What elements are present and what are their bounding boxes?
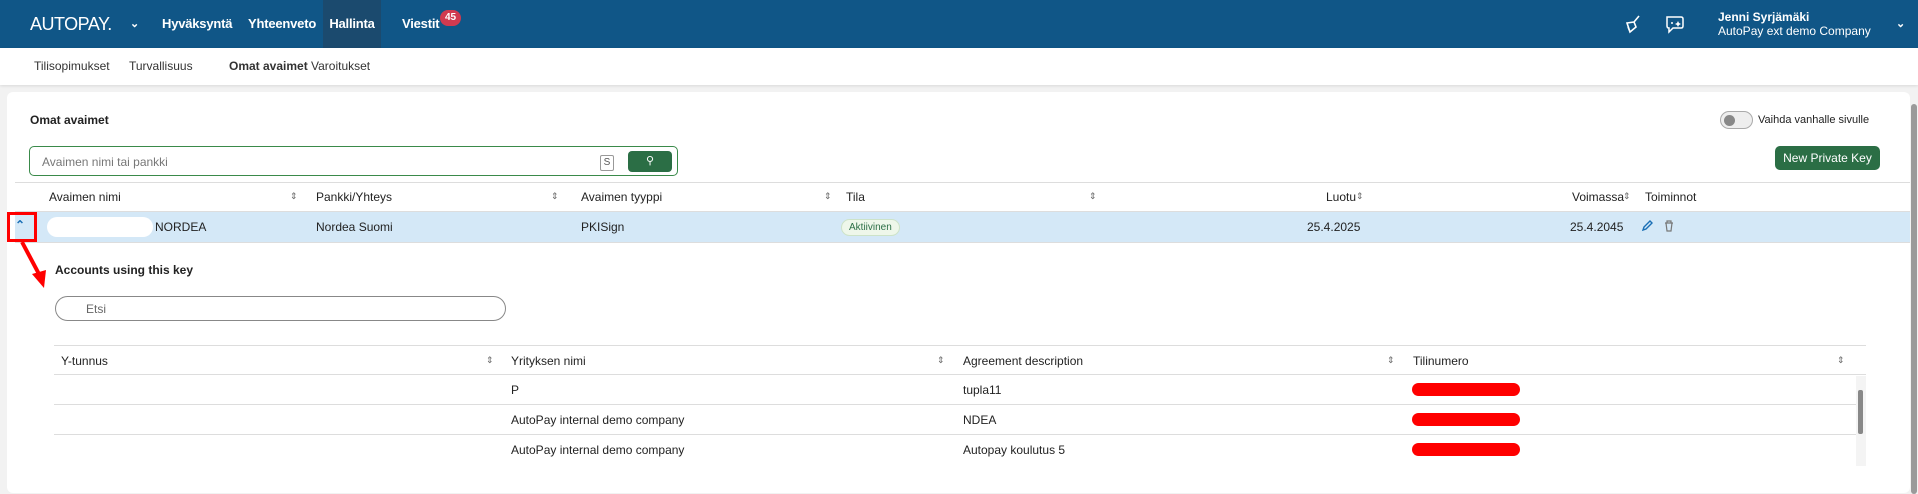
accounts-scrollbar[interactable] [1856, 376, 1866, 466]
redacted-account-number [1412, 383, 1520, 396]
col-tilinumero[interactable]: Tilinumero [1413, 354, 1469, 368]
nav-viestit[interactable]: Viestit [402, 0, 440, 48]
accounts-search-input[interactable]: Etsi [55, 296, 506, 321]
sub-navigation: Tilisopimukset Turvallisuus Omat avaimet… [0, 48, 1918, 85]
company-name: P [511, 383, 520, 397]
table-row[interactable] [15, 212, 1910, 242]
messages-badge: 45 [440, 10, 462, 26]
key-search-input[interactable]: Avaimen nimi tai pankki S ⚲ [29, 146, 678, 176]
user-chevron-down-icon[interactable]: ⌄ [1896, 0, 1905, 48]
nav-yhteenveto[interactable]: Yhteenveto [248, 0, 316, 48]
search-placeholder: Avaimen nimi tai pankki [42, 155, 168, 169]
agreement-description: NDEA [963, 413, 997, 427]
redacted-key-name [47, 217, 153, 237]
redacted-account-number [1412, 413, 1520, 426]
sort-icon[interactable]: ⇕ [1387, 355, 1395, 366]
user-company: AutoPay ext demo Company [1718, 24, 1871, 38]
col-y-tunnus[interactable]: Y-tunnus [61, 354, 108, 368]
company-name: AutoPay internal demo company [511, 443, 685, 457]
subnav-varoitukset[interactable]: Varoitukset [311, 48, 370, 85]
annotation-highlight-box [7, 212, 37, 242]
sort-icon[interactable]: ⇕ [1623, 191, 1631, 202]
col-tila[interactable]: Tila [846, 190, 865, 204]
search-placeholder: Etsi [86, 302, 107, 316]
company-name: AutoPay internal demo company [511, 413, 685, 427]
col-tyyppi[interactable]: Avaimen tyyppi [581, 190, 662, 204]
page-title: Omat avaimet [30, 113, 109, 127]
col-toiminnot: Toiminnot [1645, 190, 1697, 204]
chevron-down-icon[interactable]: ⌄ [130, 0, 139, 48]
redacted-account-number [1412, 443, 1520, 456]
sort-icon[interactable]: ⇕ [486, 355, 494, 366]
col-agreement-description[interactable]: Agreement description [963, 354, 1083, 368]
subnav-turvallisuus[interactable]: Turvallisuus [129, 48, 193, 85]
sort-icon[interactable]: ⇕ [1089, 191, 1097, 202]
col-yrityksen-nimi[interactable]: Yrityksen nimi [511, 354, 586, 368]
user-menu[interactable]: Jenni Syrjämäki AutoPay ext demo Company [1718, 10, 1871, 38]
sort-icon[interactable]: ⇕ [290, 191, 298, 202]
search-icon: ⚲ [645, 155, 655, 167]
user-name: Jenni Syrjämäki [1718, 10, 1810, 24]
subnav-tilisopimukset[interactable]: Tilisopimukset [34, 48, 110, 85]
subnav-omat-avaimet[interactable]: Omat avaimet [229, 48, 308, 85]
autopay-logo[interactable]: AUTOPAY. [30, 0, 112, 48]
top-navigation: AUTOPAY. ⌄ Hyväksyntä Yhteenveto Hallint… [0, 0, 1918, 48]
edit-pencil-icon[interactable] [1640, 219, 1654, 233]
sort-icon[interactable]: ⇕ [1837, 355, 1845, 366]
old-page-toggle[interactable] [1720, 111, 1753, 129]
new-private-key-button[interactable]: New Private Key [1775, 146, 1880, 170]
agreement-description: Autopay koulutus 5 [963, 443, 1066, 457]
trash-icon[interactable] [1662, 219, 1676, 233]
key-type: PKISign [581, 220, 625, 234]
sort-icon[interactable]: ⇕ [937, 355, 945, 366]
search-button[interactable]: ⚲ [628, 151, 672, 172]
nav-hyvaksynta[interactable]: Hyväksyntä [162, 0, 232, 48]
broom-icon[interactable] [1622, 13, 1644, 35]
col-luotu[interactable]: Luotu [1326, 190, 1356, 204]
key-valid-until: 25.4.2045 [1570, 220, 1624, 234]
status-badge: Aktiivinen [841, 219, 900, 236]
page-scrollbar[interactable] [1910, 92, 1918, 494]
agreement-description: tupla11 [963, 383, 1002, 397]
chat-sparkle-icon[interactable] [1664, 13, 1686, 35]
key-bank: Nordea Suomi [316, 220, 393, 234]
col-pankki[interactable]: Pankki/Yhteys [316, 190, 392, 204]
sort-icon[interactable]: ⇕ [824, 191, 832, 202]
key-created: 25.4.2025 [1307, 220, 1361, 234]
col-voimassa[interactable]: Voimassa [1572, 190, 1624, 204]
accounts-title: Accounts using this key [55, 263, 194, 277]
col-avaimen-nimi[interactable]: Avaimen nimi [49, 190, 121, 204]
sort-icon[interactable]: ⇕ [1356, 191, 1364, 202]
toggle-label: Vaihda vanhalle sivulle [1758, 114, 1870, 126]
sort-icon[interactable]: ⇕ [551, 191, 559, 202]
nav-hallinta[interactable]: Hallinta [323, 0, 381, 48]
annotation-arrow-icon [20, 241, 46, 288]
shortcut-hint: S [600, 155, 614, 171]
key-name: NORDEA [155, 220, 207, 234]
